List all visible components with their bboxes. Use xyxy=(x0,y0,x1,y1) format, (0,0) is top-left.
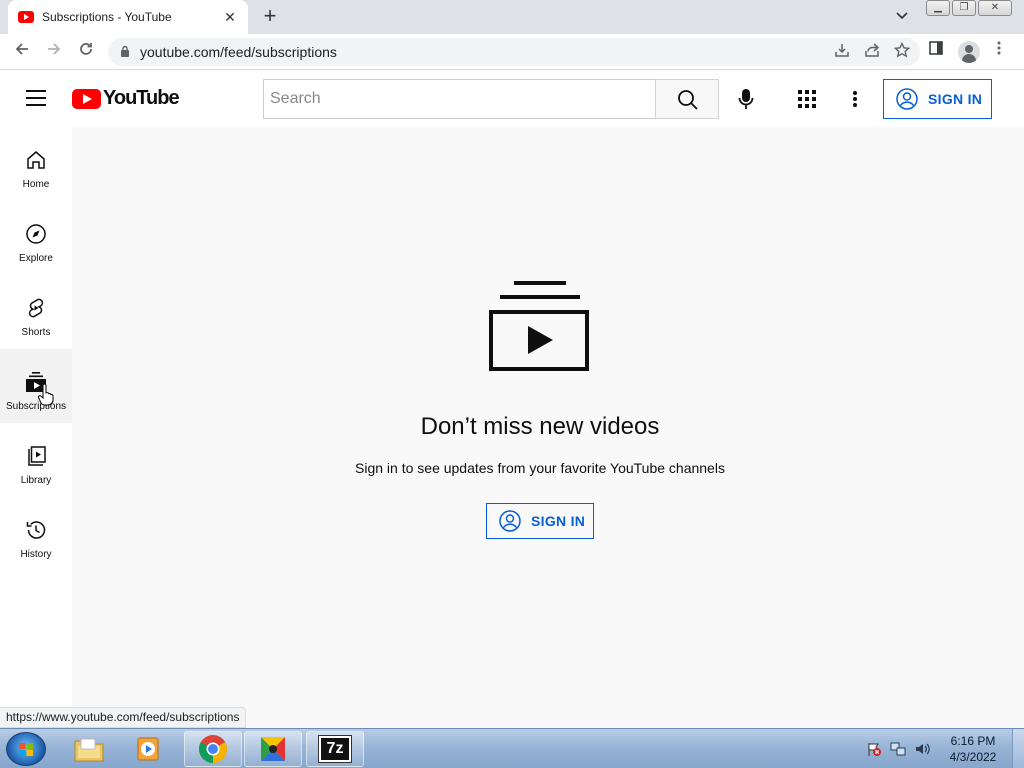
youtube-logo[interactable]: YouTube xyxy=(72,87,180,110)
youtube-favicon-icon xyxy=(18,11,34,23)
sidebar-item-history[interactable]: History xyxy=(0,497,72,571)
sidebar-item-label: Library xyxy=(20,475,52,486)
forward-icon[interactable] xyxy=(42,40,66,64)
lock-icon[interactable] xyxy=(120,45,130,60)
taskbar-file-explorer[interactable] xyxy=(60,731,118,767)
browser-tab[interactable]: Subscriptions - YouTube ✕ xyxy=(8,0,248,34)
youtube-logo-icon xyxy=(72,88,101,109)
link-status-bubble: https://www.youtube.com/feed/subscriptio… xyxy=(0,707,247,728)
subscriptions-empty-state-icon xyxy=(489,281,589,371)
omnibox-actions xyxy=(834,41,911,62)
sidebar-item-home[interactable]: Home xyxy=(0,127,72,201)
tab-title: Subscriptions - YouTube xyxy=(42,10,172,24)
folder-icon xyxy=(74,738,104,762)
profile-avatar-icon[interactable] xyxy=(958,41,980,63)
youtube-header: YouTube SIGN IN xyxy=(0,71,1024,127)
address-bar[interactable]: youtube.com/feed/subscriptions xyxy=(108,38,920,66)
search-input[interactable] xyxy=(263,79,656,119)
7zip-label: 7z xyxy=(326,740,344,757)
7zip-icon: 7z xyxy=(318,735,352,763)
main-sign-in-button[interactable]: SIGN IN xyxy=(486,503,594,539)
network-icon[interactable] xyxy=(890,741,906,760)
clock-date: 4/3/2022 xyxy=(949,750,997,764)
sidebar-item-label: Shorts xyxy=(21,327,51,338)
share-icon[interactable] xyxy=(864,42,880,62)
action-center-flag-icon[interactable] xyxy=(866,741,882,760)
taskbar-media-player[interactable] xyxy=(120,731,178,767)
compass-icon xyxy=(26,224,46,244)
hand-cursor-icon xyxy=(38,384,54,406)
sidebar-item-library[interactable]: Library xyxy=(0,423,72,497)
clock-time: 6:16 PM xyxy=(950,734,996,748)
apps-grid-icon[interactable] xyxy=(798,90,816,113)
browser-menu-icon[interactable] xyxy=(996,40,1002,61)
settings-menu-icon[interactable] xyxy=(852,90,858,113)
close-window-button[interactable]: ✕ xyxy=(978,0,1012,16)
empty-state-title: Don’t miss new videos xyxy=(420,413,660,440)
tab-search-chevron-icon[interactable] xyxy=(896,9,908,23)
url-text: youtube.com/feed/subscriptions xyxy=(140,44,337,60)
restore-button[interactable]: ❐ xyxy=(952,0,976,16)
chrome-icon xyxy=(199,735,227,763)
bookmark-star-icon[interactable] xyxy=(893,41,911,62)
voice-search-button[interactable] xyxy=(728,81,764,117)
header-sign-in-button[interactable]: SIGN IN xyxy=(883,79,992,119)
sidebar-item-label: Home xyxy=(22,179,50,190)
search-icon xyxy=(678,90,698,110)
taskbar-chrome[interactable] xyxy=(184,731,242,767)
sidebar-item-subscriptions[interactable]: Subscriptions xyxy=(0,349,72,423)
microphone-icon xyxy=(738,89,754,109)
sign-in-label: SIGN IN xyxy=(531,513,586,529)
window-controls: ▁ ❐ ✕ xyxy=(926,0,1012,16)
history-icon xyxy=(26,521,46,539)
sidebar-item-label: History xyxy=(20,549,52,560)
tab-close-icon[interactable]: ✕ xyxy=(222,9,238,26)
browser-tab-strip: Subscriptions - YouTube ✕ + ▁ ❐ ✕ xyxy=(0,0,1024,34)
install-app-icon[interactable] xyxy=(834,42,850,62)
sign-in-label: SIGN IN xyxy=(928,91,983,107)
taskbar-7zip[interactable]: 7z xyxy=(306,731,364,767)
empty-state-subtitle: Sign in to see updates from your favorit… xyxy=(355,460,725,476)
account-circle-icon xyxy=(499,510,521,532)
show-desktop-button[interactable] xyxy=(1012,729,1024,768)
multicolor-app-icon xyxy=(261,737,285,761)
side-panel-icon[interactable] xyxy=(928,40,944,61)
taskbar-multicolor-app[interactable] xyxy=(244,731,302,767)
volume-icon[interactable] xyxy=(914,741,930,760)
system-tray xyxy=(866,741,930,760)
hamburger-menu-icon[interactable] xyxy=(26,90,46,106)
back-icon[interactable] xyxy=(10,40,34,64)
main-content: Don’t miss new videos Sign in to see upd… xyxy=(72,127,1024,728)
shorts-icon xyxy=(28,298,44,318)
browser-toolbar: youtube.com/feed/subscriptions xyxy=(0,34,1024,70)
media-player-icon xyxy=(137,737,159,761)
new-tab-button[interactable]: + xyxy=(258,5,282,29)
sidebar-item-shorts[interactable]: Shorts xyxy=(0,275,72,349)
taskbar-clock[interactable]: 6:16 PM 4/3/2022 xyxy=(944,733,1002,765)
library-icon xyxy=(28,446,46,466)
account-circle-icon xyxy=(896,88,918,110)
home-icon xyxy=(27,151,45,169)
minimize-button[interactable]: ▁ xyxy=(926,0,950,16)
sidebar: Home Explore Shorts Subscriptions Librar… xyxy=(0,127,72,728)
reload-icon[interactable] xyxy=(74,40,98,64)
start-button-icon[interactable] xyxy=(6,732,46,766)
windows-taskbar: 7z 6:16 PM 4/3/2022 xyxy=(0,728,1024,768)
sidebar-item-label: Subscriptions xyxy=(5,401,67,412)
youtube-logo-text: YouTube xyxy=(103,87,180,109)
sidebar-item-explore[interactable]: Explore xyxy=(0,201,72,275)
sidebar-item-label: Explore xyxy=(19,253,53,264)
search-button[interactable] xyxy=(655,79,719,119)
